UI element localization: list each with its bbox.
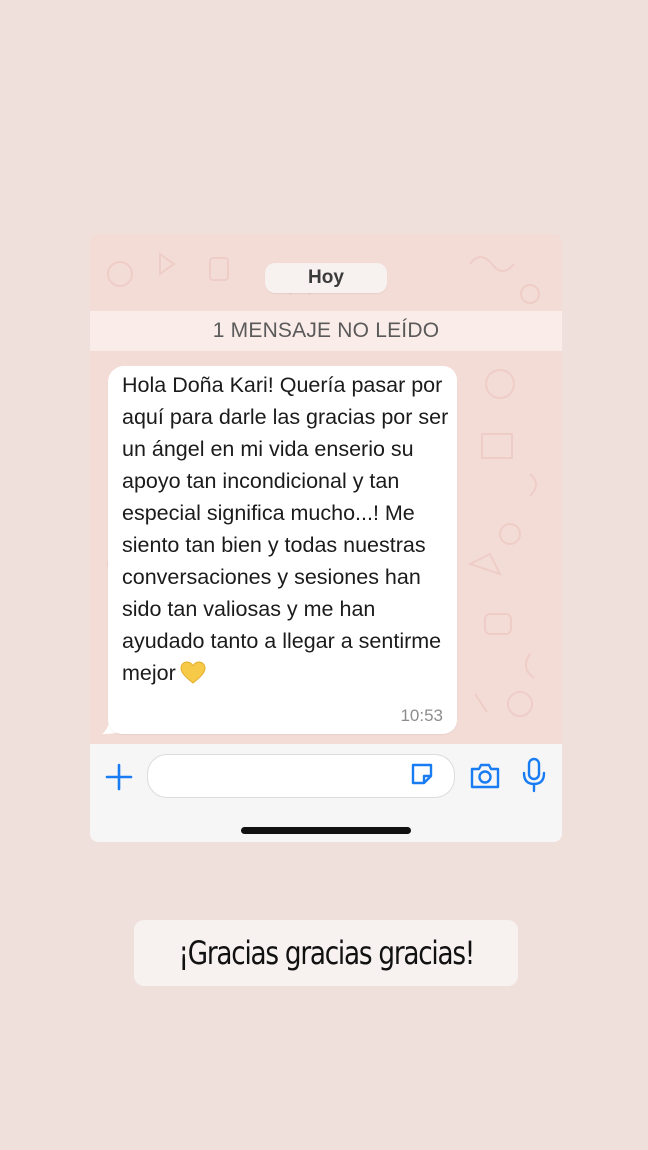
message-input-bar (90, 744, 562, 842)
sticker-icon (411, 763, 433, 785)
message-bubble[interactable]: Hola Doña Kari! Quería pasar por aquí pa… (108, 366, 457, 734)
home-indicator (241, 827, 411, 834)
microphone-icon (522, 757, 546, 793)
message-time: 10:53 (400, 706, 443, 725)
caption-text: ¡Gracias gracias gracias! (178, 934, 475, 972)
caption-box: ¡Gracias gracias gracias! (134, 920, 518, 986)
unread-banner: 1 MENSAJE NO LEÍDO (90, 311, 562, 351)
microphone-button[interactable] (520, 756, 548, 794)
message-text: Hola Doña Kari! Quería pasar por aquí pa… (122, 369, 452, 694)
plus-icon (105, 763, 133, 791)
attach-button[interactable] (104, 762, 134, 792)
chat-screenshot: Hoy 1 MENSAJE NO LEÍDO Hola Doña Kari! Q… (90, 234, 562, 842)
yellow-heart-icon (180, 661, 206, 694)
chat-area[interactable]: Hoy 1 MENSAJE NO LEÍDO Hola Doña Kari! Q… (90, 234, 562, 744)
camera-button[interactable] (468, 761, 502, 791)
sticker-button[interactable] (408, 760, 436, 788)
camera-icon (470, 763, 500, 789)
date-label: Hoy (265, 263, 387, 293)
message-body: Hola Doña Kari! Quería pasar por aquí pa… (122, 373, 449, 685)
